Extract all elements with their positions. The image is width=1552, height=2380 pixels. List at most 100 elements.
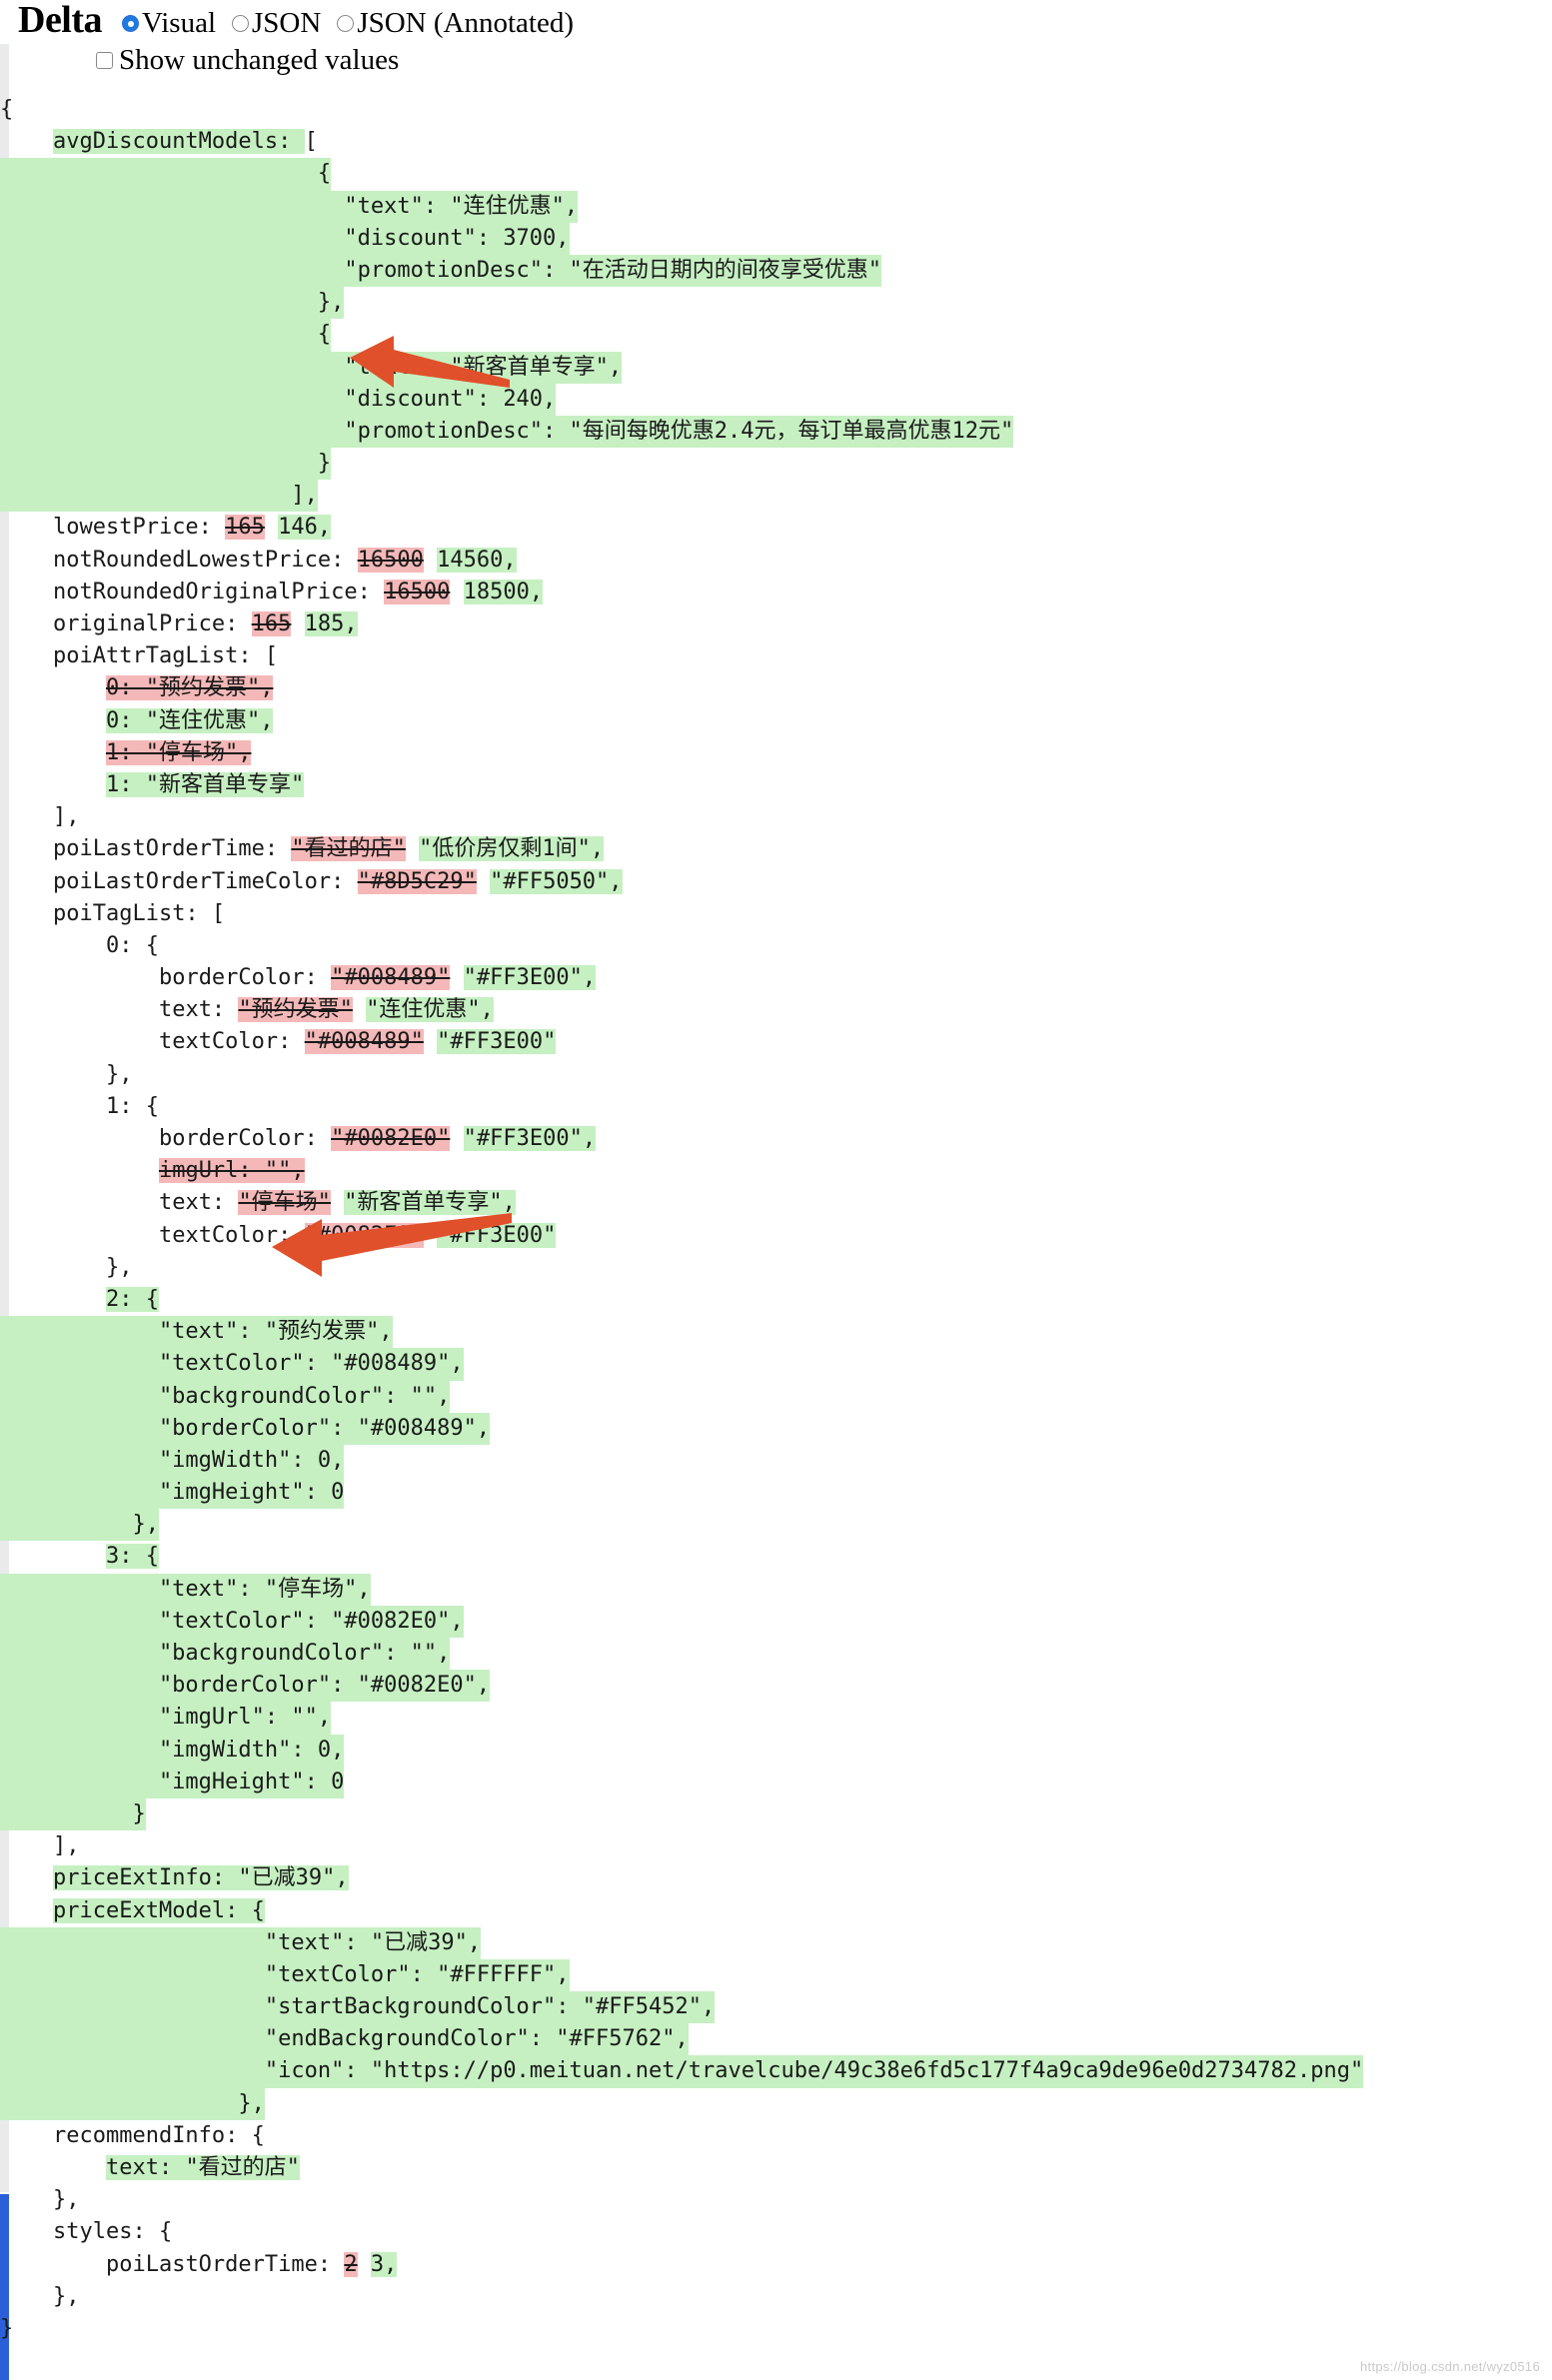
diff-line: borderColor: "#008489" "#FF3E00", xyxy=(0,962,1552,994)
diff-line: poiTagList: [ xyxy=(0,898,1552,930)
diff-line: "textColor": "#FFFFFF", xyxy=(0,1958,1552,1992)
diff-line: ], xyxy=(0,801,1552,833)
diff-indent xyxy=(0,836,53,861)
diff-inserted-value: text: "看过的店" xyxy=(105,2155,300,2180)
diff-static-text xyxy=(424,1223,437,1248)
diff-static-text: 1: { xyxy=(105,1093,159,1119)
diff-line: }, xyxy=(0,1059,1552,1091)
diff-indent xyxy=(0,2187,53,2212)
title-row: Delta Visual JSON JSON (Annotated) xyxy=(0,0,1552,42)
radio-icon-json[interactable] xyxy=(232,15,250,32)
diff-inserted-value: "连住优惠", xyxy=(366,997,494,1023)
diff-line: "backgroundColor": "", xyxy=(0,1638,1552,1671)
diff-indent xyxy=(0,675,106,700)
show-unchanged-row[interactable]: Show unchanged values xyxy=(0,42,1552,78)
diff-deleted-value: 1: "停车场", xyxy=(105,739,252,765)
diff-static-text xyxy=(331,1190,344,1215)
diff-line: "icon": "https://p0.meituan.net/travelcu… xyxy=(0,2055,1552,2088)
diff-static-text: borderColor: xyxy=(158,1126,332,1151)
diff-line: 1: { xyxy=(0,1091,1552,1123)
diff-indent xyxy=(0,1126,159,1151)
diff-line: } xyxy=(0,1797,1552,1831)
diff-inserted-block-line: "endBackgroundColor": "#FF5762", xyxy=(0,2023,689,2056)
diff-line: }, xyxy=(0,2281,1552,2313)
diff-static-text: ], xyxy=(52,1833,80,1859)
diff-indent xyxy=(0,1190,159,1215)
diff-deleted-value: "预约发票" xyxy=(238,997,353,1023)
diff-line: notRoundedLowestPrice: 16500 14560, xyxy=(0,545,1552,577)
diff-line: avgDiscountModels: [ xyxy=(0,126,1552,158)
diff-inserted-block-line: } xyxy=(0,1797,146,1831)
diff-static-text: recommendInfo: { xyxy=(52,2122,265,2148)
diff-inserted-block-line: { xyxy=(0,158,332,191)
diff-line: 0: { xyxy=(0,930,1552,962)
diff-inserted-block-line: "promotionDesc": "每间每晚优惠2.4元，每订单最高优惠12元" xyxy=(0,415,1014,449)
diff-line: { xyxy=(0,319,1552,352)
diff-indent xyxy=(0,611,53,636)
diff-inserted-value: "#FF3E00" xyxy=(437,1222,557,1248)
diff-indent xyxy=(0,1158,159,1183)
diff-inserted-block-line: "textColor": "#008489", xyxy=(0,1348,464,1381)
diff-line: styles: { xyxy=(0,2216,1552,2248)
diff-inserted-block-line: "backgroundColor": "", xyxy=(0,1380,451,1413)
radio-icon-json-annotated[interactable] xyxy=(337,15,355,32)
diff-inserted-value: 0: "连住优惠", xyxy=(105,707,274,733)
diff-static-text: notRoundedOriginalPrice: xyxy=(52,579,385,604)
diff-inserted-value: "#FF5050", xyxy=(490,868,623,894)
view-mode-visual[interactable]: Visual xyxy=(122,8,216,39)
diff-inserted-block-line: ], xyxy=(0,480,318,513)
diff-inserted-value: "#FF3E00", xyxy=(463,965,597,991)
diff-static-text xyxy=(353,997,366,1022)
diff-line: poiAttrTagList: [ xyxy=(0,640,1552,672)
diff-line: poiLastOrderTimeColor: "#8D5C29" "#FF505… xyxy=(0,866,1552,898)
view-mode-json-annotated[interactable]: JSON (Annotated) xyxy=(337,8,574,39)
show-unchanged-label: Show unchanged values xyxy=(119,43,400,76)
diff-deleted-value: 0: "预约发票", xyxy=(105,675,274,701)
diff-inserted-block-line: "text": "停车场", xyxy=(0,1573,371,1606)
diff-indent xyxy=(0,580,53,604)
diff-inserted-block-line: } xyxy=(0,448,332,481)
diff-line: "text": "停车场", xyxy=(0,1573,1552,1606)
diff-deleted-value: 2 xyxy=(344,2251,358,2277)
diff-line: "imgHeight": 0 xyxy=(0,1477,1552,1510)
diff-indent xyxy=(0,1898,53,1923)
diff-line: } xyxy=(0,2313,1552,2345)
diff-static-text xyxy=(450,1126,463,1151)
diff-line: "borderColor": "#0082E0", xyxy=(0,1670,1552,1703)
diff-line: "imgUrl": "", xyxy=(0,1702,1552,1735)
view-mode-json[interactable]: JSON xyxy=(232,8,321,39)
diff-deleted-value: "#008489" xyxy=(304,1029,424,1055)
view-mode-visual-label: Visual xyxy=(142,7,217,39)
diff-indent xyxy=(0,548,53,573)
diff-line: "promotionDesc": "每间每晚优惠2.4元，每订单最高优惠12元" xyxy=(0,415,1552,449)
diff-inserted-block-line: "imgWidth": 0, xyxy=(0,1734,345,1767)
diff-line: }, xyxy=(0,2087,1552,2120)
diff-deleted-value: "#0082E0" xyxy=(331,1126,451,1151)
diff-inserted-value: priceExtInfo: "已减39", xyxy=(52,1865,349,1891)
diff-indent xyxy=(0,1094,106,1119)
diff-inserted-block-line: }, xyxy=(0,2087,265,2120)
view-mode-radio-group[interactable]: Visual JSON JSON (Annotated) xyxy=(122,8,590,39)
diff-inserted-value: 1: "新客首单专享" xyxy=(105,771,305,797)
checkbox-icon-show-unchanged[interactable] xyxy=(96,51,113,69)
diff-line: text: "看过的店" xyxy=(0,2152,1552,2184)
diff-line: }, xyxy=(0,1252,1552,1284)
diff-line: }, xyxy=(0,287,1552,320)
diff-deleted-value: "#008489" xyxy=(331,965,451,991)
diff-inserted-value: 2: { xyxy=(105,1286,159,1312)
diff-indent xyxy=(0,1223,159,1248)
diff-line: poiLastOrderTime: 2 3, xyxy=(0,2249,1552,2281)
diff-indent xyxy=(0,2155,106,2180)
diff-line: "textColor": "#008489", xyxy=(0,1348,1552,1381)
diff-line: lowestPrice: 165 146, xyxy=(0,512,1552,544)
diff-inserted-block-line: { xyxy=(0,319,332,352)
diff-inserted-block-line: "text": "预约发票", xyxy=(0,1316,393,1349)
diff-line: "imgWidth": 0, xyxy=(0,1734,1552,1767)
diff-static-text: notRoundedLowestPrice: xyxy=(52,547,358,573)
diff-static-text xyxy=(477,869,490,894)
diff-line: "promotionDesc": "在活动日期内的间夜享受优惠" xyxy=(0,254,1552,288)
diff-line: "imgWidth": 0, xyxy=(0,1444,1552,1478)
diff-inserted-block-line: "text": "新客首单专享", xyxy=(0,351,623,384)
radio-icon-visual[interactable] xyxy=(122,15,140,32)
diff-line: "discount": 240, xyxy=(0,383,1552,416)
